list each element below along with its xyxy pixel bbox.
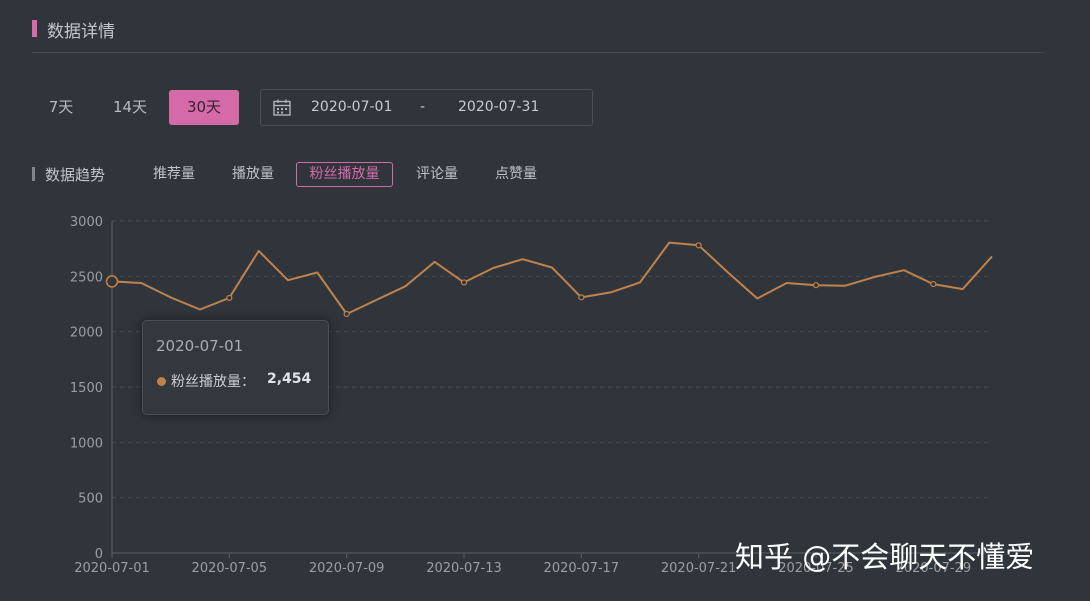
line-chart: 0500100015002000250030002020-07-01 2020-0… [70,215,993,576]
tooltip-series-name: 粉丝播放量： [171,374,255,390]
data-point [226,294,233,302]
x-tick-label: 2020-07-13 [426,561,502,576]
data-point [460,279,468,286]
data-point-highlighted [105,275,119,288]
data-point [343,310,350,318]
series-color-dot [157,377,166,386]
y-tick-label: 1500 [70,381,103,396]
y-tick-label: 3000 [70,215,103,230]
y-tick-label: 1000 [70,436,103,451]
y-tick-label: 500 [78,492,103,507]
series-line [111,241,993,315]
y-tick-label: 2000 [70,326,103,341]
y-tick-label: 2500 [70,270,103,285]
x-tick-label: 2020-07-09 [309,561,385,576]
x-tick-label: 2020-07-05 [192,561,268,576]
data-point [930,280,937,288]
data-point [695,242,702,249]
y-tick-label: 0 [95,547,103,562]
x-tick-label: 2020-07-17 [544,561,620,576]
data-point [578,294,585,301]
x-tick-label: 2020-07-21 [661,561,737,576]
watermark: 知乎 @不会聊天不懂爱 [735,540,1035,574]
x-tick-label: 2020-07-01 [74,561,150,576]
data-point [812,282,820,289]
tooltip-date: 2020-07-01 [156,337,244,355]
tooltip-value: 2,454 [267,371,312,387]
chart-tooltip: 2020-07-01 粉丝播放量： 2,454 [142,320,329,415]
